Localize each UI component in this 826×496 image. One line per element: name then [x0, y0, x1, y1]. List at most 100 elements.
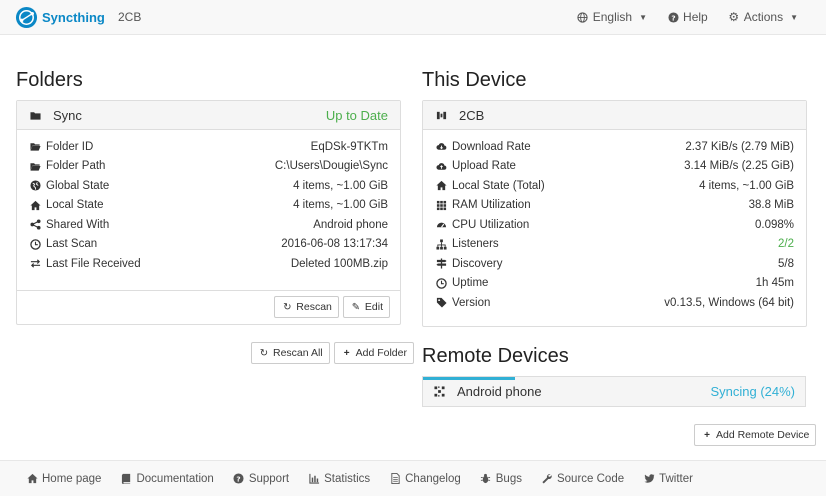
- book-icon: [120, 473, 132, 484]
- this-device-name: 2CB: [459, 107, 485, 123]
- signpost-icon: [435, 258, 447, 269]
- footer-link-source-code[interactable]: Source Code: [541, 473, 624, 485]
- folder-panel-heading[interactable]: Sync Up to Date: [17, 101, 400, 130]
- footer-link-changelog[interactable]: Changelog: [389, 473, 461, 485]
- syncthing-logo-icon: [15, 6, 38, 29]
- folder-panel-footer: ↻ Rescan ✎ Edit: [17, 290, 400, 324]
- footer-link-documentation[interactable]: Documentation: [120, 473, 214, 485]
- upload-rate-value: 3.14 MiB/s (2.25 GiB): [684, 160, 794, 173]
- remote-device-panel[interactable]: Android phone Syncing (24%): [422, 376, 806, 407]
- edit-button[interactable]: ✎ Edit: [342, 296, 390, 318]
- actions-menu[interactable]: ⚙ Actions ▼: [728, 10, 798, 24]
- local-state-total-value: 4 items, ~1.00 GiB: [699, 179, 794, 192]
- clock-icon: [435, 278, 447, 289]
- remote-device-status: Syncing (24%): [710, 384, 795, 399]
- clock-icon: [29, 239, 41, 250]
- download-rate-value: 2.37 KiB/s (2.79 MiB): [685, 140, 794, 153]
- device-row-cpu: CPU Utilization 0.098%: [435, 215, 794, 235]
- svg-text:?: ?: [237, 474, 241, 483]
- share-icon: [29, 219, 41, 230]
- folder-row-id: Folder ID EqDSk-9TKTm: [29, 137, 388, 157]
- listeners-value: 2/2: [778, 238, 794, 251]
- rescan-button[interactable]: ↻ Rescan: [274, 296, 339, 318]
- file-text-icon: [389, 473, 401, 484]
- home-icon: [435, 180, 447, 191]
- cloud-upload-icon: [435, 161, 447, 172]
- footer: Home page Documentation ? Support Statis…: [0, 460, 826, 496]
- device-row-listeners: Listeners 2/2: [435, 235, 794, 255]
- add-folder-button[interactable]: + Add Folder: [333, 342, 414, 364]
- folders-heading: Folders: [16, 69, 83, 91]
- local-state-value: 4 items, ~1.00 GiB: [293, 199, 388, 212]
- tag-icon: [435, 297, 447, 308]
- globe-icon: [577, 11, 589, 23]
- device-row-version: Version v0.13.5, Windows (64 bit): [435, 293, 794, 313]
- svg-text:?: ?: [671, 13, 675, 22]
- footer-link-bugs[interactable]: Bugs: [480, 473, 522, 485]
- globe-icon: [29, 180, 41, 191]
- gear-icon: ⚙: [728, 10, 740, 24]
- last-scan-value: 2016-06-08 13:17:34: [281, 238, 388, 251]
- last-file-value: Deleted 100MB.zip: [290, 257, 388, 270]
- folder-details: Folder ID EqDSk-9TKTm Folder Path C:\Use…: [17, 130, 400, 274]
- sync-progress-bar: [423, 377, 515, 380]
- refresh-icon: ↻: [283, 301, 292, 313]
- cloud-download-icon: [435, 141, 447, 152]
- folder-row-path: Folder Path C:\Users\Dougie\Sync: [29, 157, 388, 177]
- folder-row-last-scan: Last Scan 2016-06-08 13:17:34: [29, 235, 388, 255]
- version-value: v0.13.5, Windows (64 bit): [664, 296, 794, 309]
- folder-panel-sync: Sync Up to Date Folder ID EqDSk-9TKTm Fo…: [16, 100, 401, 325]
- folder-row-global-state: Global State 4 items, ~1.00 GiB: [29, 176, 388, 196]
- language-label: English: [592, 10, 633, 24]
- rescan-all-button[interactable]: ↻ Rescan All: [251, 342, 330, 364]
- tachometer-icon: [435, 219, 447, 230]
- sitemap-icon: [435, 239, 447, 250]
- cpu-value: 0.098%: [754, 218, 794, 231]
- add-remote-device-button[interactable]: + Add Remote Device: [694, 424, 817, 446]
- caret-down-icon: ▼: [790, 12, 798, 22]
- shared-with-value: Android phone: [313, 218, 388, 231]
- folder-name: Sync: [53, 107, 82, 123]
- device-row-local-state: Local State (Total) 4 items, ~1.00 GiB: [435, 176, 794, 196]
- discovery-value: 5/8: [778, 257, 794, 270]
- device-identicon-icon: [433, 386, 445, 397]
- caret-down-icon: ▼: [639, 12, 648, 22]
- bug-icon: [480, 473, 492, 484]
- global-state-value: 4 items, ~1.00 GiB: [293, 179, 388, 192]
- remote-device-name: Android phone: [457, 384, 542, 399]
- bar-chart-icon: [308, 473, 320, 484]
- folder-open-icon: [29, 161, 41, 172]
- footer-link-support[interactable]: ? Support: [233, 473, 289, 485]
- this-device-heading: This Device: [422, 69, 527, 91]
- folder-id-value: EqDSk-9TKTm: [310, 140, 388, 153]
- grid-icon: [435, 200, 447, 211]
- folder-row-shared-with: Shared With Android phone: [29, 215, 388, 235]
- this-device-details: Download Rate 2.37 KiB/s (2.79 MiB) Uplo…: [423, 130, 806, 313]
- footer-link-home[interactable]: Home page: [26, 473, 101, 485]
- twitter-icon: [643, 473, 655, 484]
- question-circle-icon: ?: [667, 11, 679, 23]
- pencil-icon: ✎: [351, 301, 361, 313]
- navbar: Syncthing 2CB English ▼ ? Help ⚙ Actions…: [0, 0, 826, 35]
- help-menu[interactable]: ? Help: [667, 10, 708, 24]
- brand[interactable]: Syncthing: [15, 6, 105, 29]
- this-device-panel-heading[interactable]: 2CB: [423, 101, 806, 130]
- refresh-icon: ↻: [259, 347, 269, 359]
- exchange-icon: [29, 258, 41, 269]
- server-icon: [435, 110, 447, 121]
- folder-row-last-file: Last File Received Deleted 100MB.zip: [29, 254, 388, 274]
- language-menu[interactable]: English ▼: [577, 10, 647, 24]
- wrench-icon: [541, 473, 553, 484]
- folder-row-local-state: Local State 4 items, ~1.00 GiB: [29, 196, 388, 216]
- footer-link-twitter[interactable]: Twitter: [643, 473, 693, 485]
- folder-icon: [29, 110, 41, 121]
- brand-name: Syncthing: [42, 10, 105, 25]
- folder-path-value: C:\Users\Dougie\Sync: [274, 160, 388, 173]
- device-row-discovery: Discovery 5/8: [435, 254, 794, 274]
- folder-open-icon: [29, 141, 41, 152]
- footer-link-statistics[interactable]: Statistics: [308, 473, 370, 485]
- device-row-upload: Upload Rate 3.14 MiB/s (2.25 GiB): [435, 157, 794, 177]
- home-icon: [26, 473, 38, 484]
- help-label: Help: [683, 10, 708, 24]
- folder-status: Up to Date: [325, 107, 388, 123]
